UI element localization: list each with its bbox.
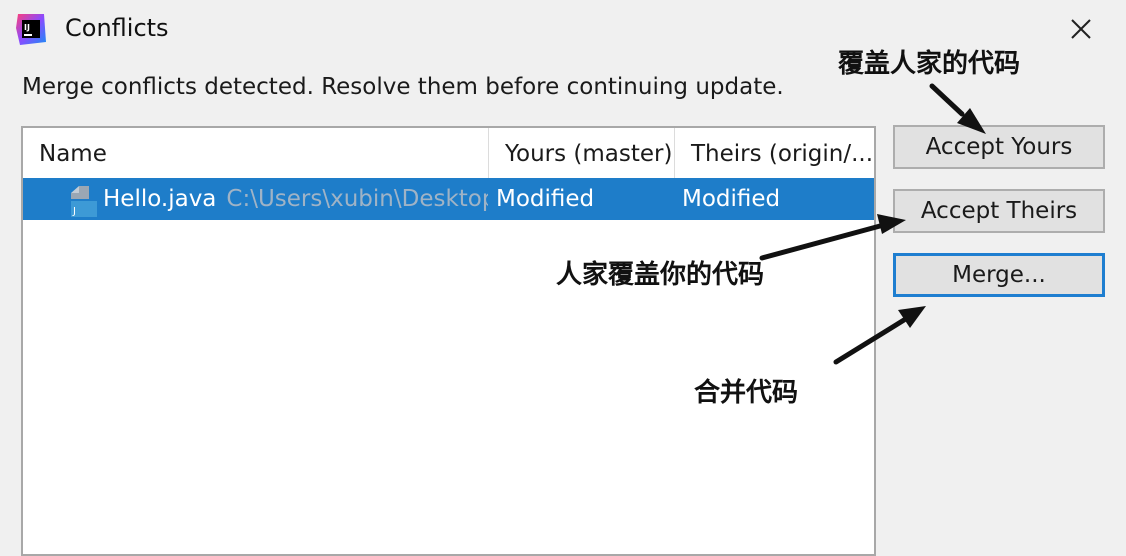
- intellij-idea-icon: IJ: [16, 14, 46, 45]
- theirs-status-cell: Modified: [682, 186, 781, 212]
- merge-button[interactable]: Merge...: [893, 253, 1105, 297]
- table-row[interactable]: J Hello.java C:\Users\xubin\Desktop Modif…: [23, 178, 874, 220]
- yours-status-cell: Modified: [496, 186, 595, 212]
- java-file-icon: J: [71, 186, 97, 217]
- conflict-message: Merge conflicts detected. Resolve them b…: [22, 74, 784, 100]
- file-name: Hello.java: [103, 186, 217, 212]
- column-header-theirs[interactable]: Theirs (origin/...: [674, 128, 874, 178]
- annotation-accept-theirs: 人家覆盖你的代码: [556, 260, 765, 290]
- close-icon[interactable]: [1062, 10, 1100, 48]
- file-path: C:\Users\xubin\Desktop: [226, 186, 488, 212]
- annotation-merge: 合并代码: [694, 378, 799, 408]
- conflicts-table: Name Yours (master) Theirs (origin/... J…: [21, 126, 876, 556]
- file-name-cell: Hello.java C:\Users\xubin\Desktop: [103, 178, 488, 220]
- svg-text:IJ: IJ: [24, 23, 30, 32]
- svg-text:J: J: [72, 206, 76, 217]
- column-header-yours[interactable]: Yours (master): [488, 128, 674, 178]
- window-title: Conflicts: [65, 14, 169, 42]
- column-header-name[interactable]: Name: [23, 128, 488, 178]
- annotation-accept-yours: 覆盖人家的代码: [838, 49, 1021, 79]
- table-header: Name Yours (master) Theirs (origin/...: [23, 128, 874, 178]
- accept-theirs-button[interactable]: Accept Theirs: [893, 189, 1105, 233]
- accept-yours-button[interactable]: Accept Yours: [893, 125, 1105, 169]
